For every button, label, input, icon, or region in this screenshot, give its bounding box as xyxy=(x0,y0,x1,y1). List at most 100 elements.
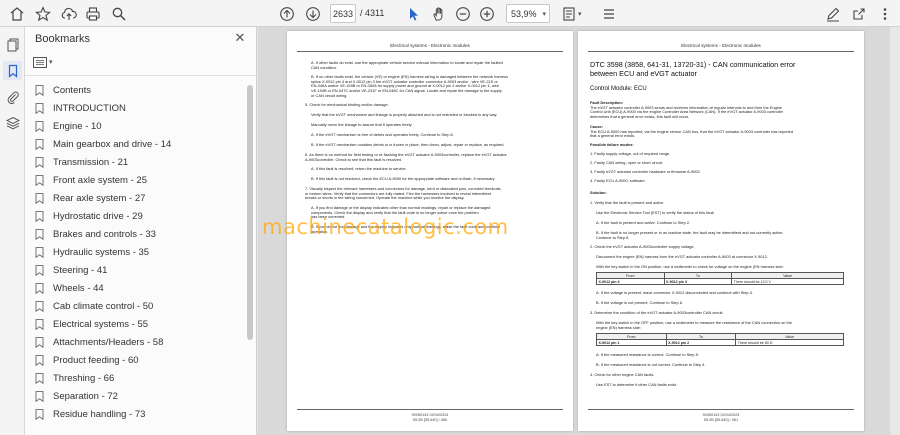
viewer-scrollbar[interactable] xyxy=(890,27,900,435)
bookmark-item-steering[interactable]: Steering - 41 xyxy=(35,261,107,279)
search-icon[interactable] xyxy=(108,3,129,24)
star-icon[interactable] xyxy=(32,3,53,24)
bookmark-item-front-axle[interactable]: Front axle system - 25 xyxy=(35,171,147,189)
text-line: Continue to Step 6. xyxy=(596,234,630,240)
bookmark-item-brakes[interactable]: Brakes and controls - 33 xyxy=(35,225,156,243)
bookmark-label: Residue handling - 73 xyxy=(53,408,146,420)
bookmark-label: Electrical systems - 55 xyxy=(53,318,149,330)
bookmark-label: Front axle system - 25 xyxy=(53,174,147,186)
text-line: A-9003controller. Check to see that this… xyxy=(305,156,403,162)
document-viewer: Electrical systems - Electronic modules … xyxy=(258,27,900,435)
print-icon[interactable] xyxy=(82,3,103,24)
bookmark-label: Attachments/Headers - 58 xyxy=(53,336,164,348)
page-number-input[interactable]: 2633 xyxy=(330,4,356,23)
next-page-icon[interactable] xyxy=(302,3,323,24)
bookmark-item-residue-handling[interactable]: Residue handling - 73 xyxy=(35,405,145,423)
bookmark-icon xyxy=(35,210,44,222)
bookmark-label: Brakes and controls - 33 xyxy=(53,228,156,240)
text-line: 4. Faulty ECU A-9000, software. xyxy=(590,178,646,183)
chevron-down-icon[interactable]: ▾ xyxy=(578,10,582,18)
bookmark-item-electrical-systems[interactable]: Electrical systems - 55 xyxy=(35,315,148,333)
more-options-icon[interactable] xyxy=(874,3,895,24)
bookmark-icon xyxy=(35,336,44,348)
bookmark-item-hydrostatic-drive[interactable]: Hydrostatic drive - 29 xyxy=(35,207,143,225)
dtc-title-line-2: between ECU and eVGT actuator xyxy=(590,68,697,78)
bookmark-icon xyxy=(35,354,44,366)
hand-tool-icon[interactable] xyxy=(428,3,449,24)
bookmarks-icon[interactable] xyxy=(3,61,22,80)
text-line: 1. Faulty supply voltage, out of require… xyxy=(590,151,671,156)
bookmark-icon xyxy=(35,84,44,96)
bookmark-list: Contents INTRODUCTION Engine - 10 Main g… xyxy=(25,81,257,435)
text-line: 3. Determine the condition of the eVGT a… xyxy=(590,310,724,315)
bookmark-icon xyxy=(35,390,44,402)
bookmark-label: Product feeding - 60 xyxy=(53,354,139,366)
cloud-upload-icon[interactable] xyxy=(58,3,79,24)
bookmark-options-button[interactable]: ▾ xyxy=(33,55,59,69)
bookmark-item-main-gearbox[interactable]: Main gearbox and drive - 14 xyxy=(35,135,171,153)
scrollbar-thumb[interactable] xyxy=(247,85,253,340)
text-line: Verify that the eVGT mechanism and linka… xyxy=(311,112,498,117)
document-page-left: Electrical systems - Electronic modules … xyxy=(287,31,573,431)
text-line: A. If other faults do exist, use the app… xyxy=(311,60,503,65)
text-line: operation. xyxy=(311,228,329,234)
text-line: determines that a general error exists, … xyxy=(590,114,690,120)
page-display-icon[interactable] xyxy=(598,3,619,24)
chevron-down-icon: ▾ xyxy=(542,10,546,18)
fit-page-icon[interactable] xyxy=(558,3,579,24)
bookmark-icon xyxy=(35,282,44,294)
header-rule xyxy=(588,51,854,52)
footer-rule xyxy=(297,409,563,410)
share-icon[interactable] xyxy=(848,3,869,24)
bookmark-item-rear-axle[interactable]: Rear axle system - 27 xyxy=(35,189,145,207)
bookmark-icon xyxy=(35,192,44,204)
bookmark-item-hydraulic-systems[interactable]: Hydraulic systems - 35 xyxy=(35,243,149,261)
bookmark-item-threshing[interactable]: Threshing - 66 xyxy=(35,369,114,387)
table-cell: X-9012 pin 1 xyxy=(596,339,667,347)
bookmark-icon xyxy=(35,156,44,168)
text-line: A. If the fault is present and active. C… xyxy=(596,220,691,225)
page-footer-number: 55.2B [55.640] / 461 xyxy=(703,418,739,422)
bookmark-item-engine[interactable]: Engine - 10 xyxy=(35,117,102,135)
header-rule xyxy=(297,51,563,52)
bookmark-label: Separation - 72 xyxy=(53,390,118,402)
text-line: B. If the eVGT mechanism contains debris… xyxy=(311,142,505,147)
bookmark-icon xyxy=(35,102,44,114)
bookmark-label: Wheels - 44 xyxy=(53,282,104,294)
table-cell: X-9012 pin 4 xyxy=(596,278,665,286)
bookmark-item-wheels[interactable]: Wheels - 44 xyxy=(35,279,104,297)
select-cursor-icon[interactable] xyxy=(403,3,424,24)
bookmark-item-separation[interactable]: Separation - 72 xyxy=(35,387,118,405)
page-header: Electrical systems - Electronic modules xyxy=(390,43,470,48)
bookmark-item-introduction[interactable]: INTRODUCTION xyxy=(35,99,126,117)
bookmark-label: Contents xyxy=(53,84,92,96)
edit-sign-icon[interactable] xyxy=(822,3,843,24)
text-line: A. If this fault is resolved, return the… xyxy=(311,166,407,171)
bookmark-item-transmission[interactable]: Transmission - 21 xyxy=(35,153,128,171)
previous-page-icon[interactable] xyxy=(276,3,297,24)
dtc-title-line-1: DTC 3598 (3858, 641-31, 13720-31) - CAN … xyxy=(590,60,796,69)
text-line: 3. Faulty eVGT actuator controller hardw… xyxy=(590,169,701,174)
table-row: X-9012 pin 4 X-9012 pin 3 There should b… xyxy=(596,278,844,286)
bookmarks-scrollbar[interactable] xyxy=(247,85,253,435)
layers-icon[interactable] xyxy=(3,113,22,132)
bookmark-item-product-feeding[interactable]: Product feeding - 60 xyxy=(35,351,139,369)
close-icon[interactable]: ✕ xyxy=(233,30,247,45)
text-line: Use the Electronic Service Tool (EST) to… xyxy=(596,210,715,215)
zoom-in-icon[interactable] xyxy=(476,3,497,24)
bookmark-label: Cab climate control - 50 xyxy=(53,300,154,312)
bookmark-label: INTRODUCTION xyxy=(53,102,126,114)
bookmark-item-attachments-headers[interactable]: Attachments/Headers - 58 xyxy=(35,333,163,351)
zoom-out-icon[interactable] xyxy=(452,3,473,24)
toolbar: 2633 / 4311 53,9% ▾ ▾ xyxy=(0,0,900,27)
bookmark-icon xyxy=(35,138,44,150)
page-thumbnails-icon[interactable] xyxy=(3,35,22,54)
bookmark-item-cab-climate[interactable]: Cab climate control - 50 xyxy=(35,297,153,315)
zoom-level-select[interactable]: 53,9% ▾ xyxy=(506,4,550,23)
bookmark-label: Steering - 41 xyxy=(53,264,108,276)
section-heading: Possible failure modes: xyxy=(590,142,634,147)
bookmark-icon xyxy=(35,228,44,240)
home-icon[interactable] xyxy=(6,3,27,24)
attachments-icon[interactable] xyxy=(3,87,22,106)
bookmark-item-contents[interactable]: Contents xyxy=(35,81,91,99)
